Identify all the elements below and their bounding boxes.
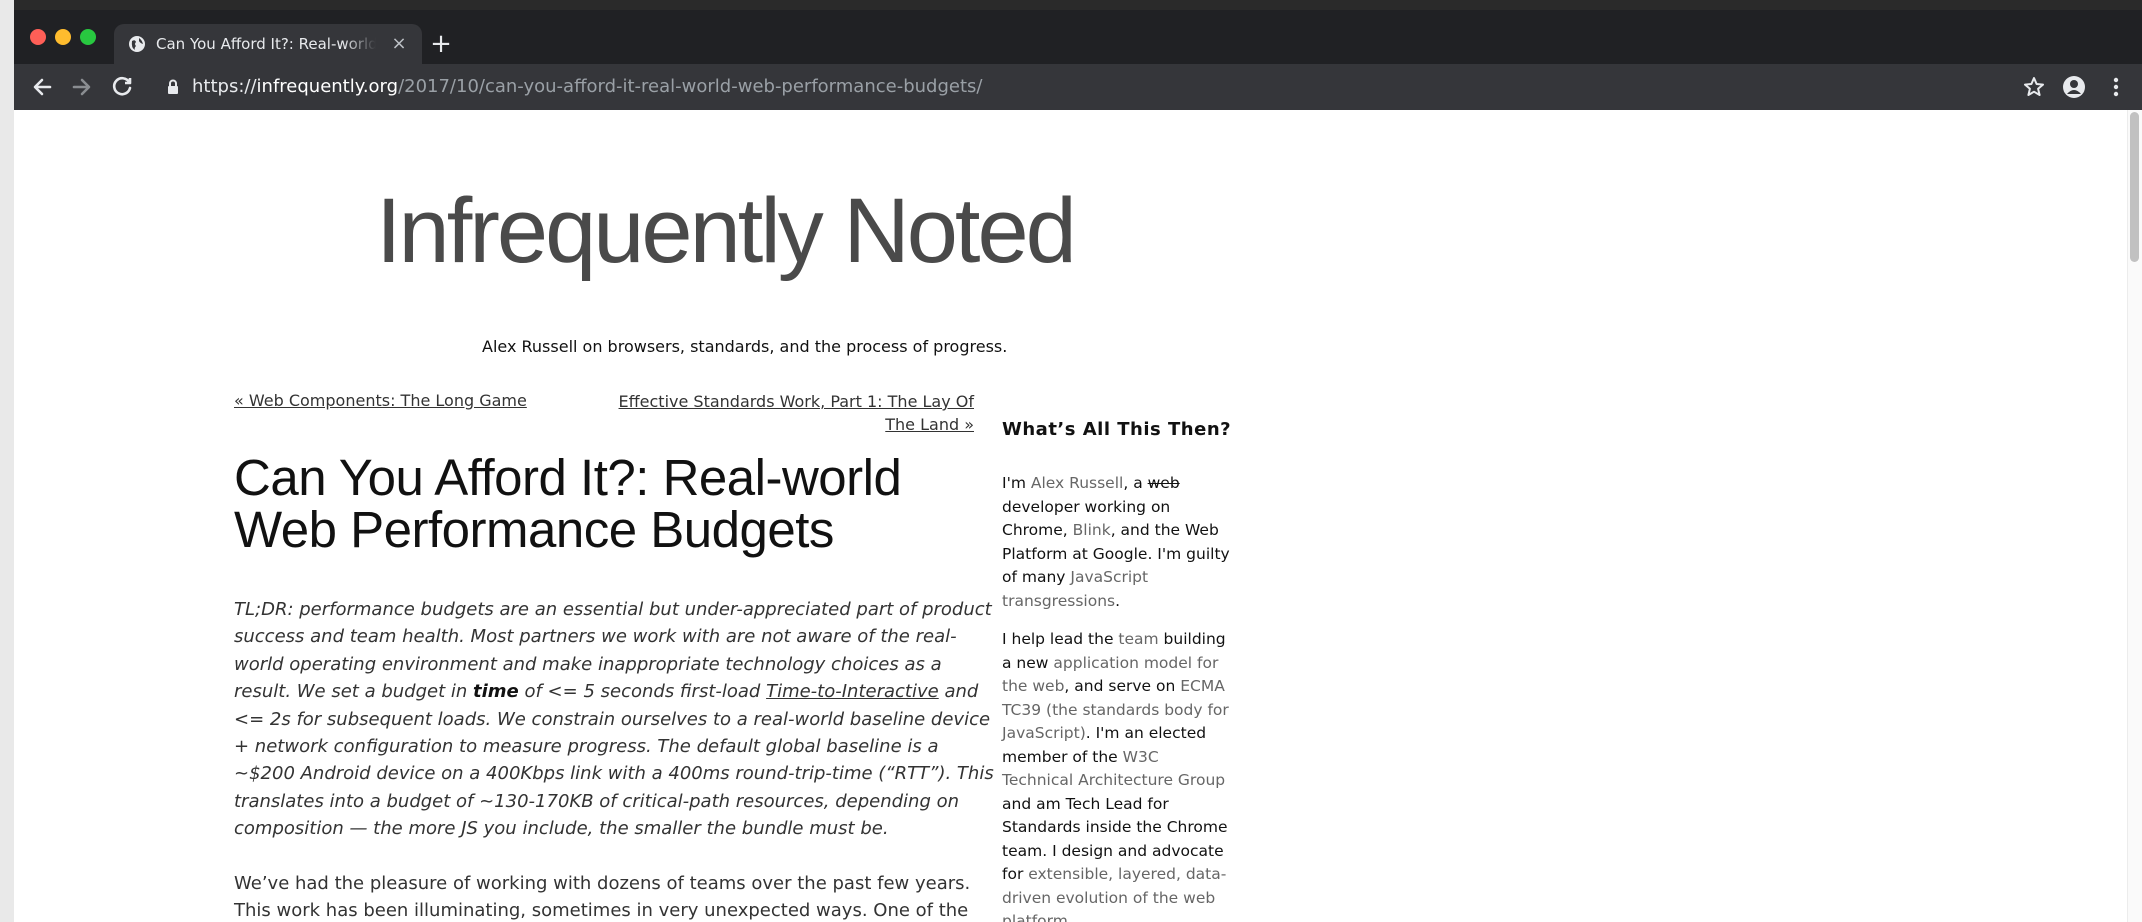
url-path: /2017/10/can-you-afford-it-real-world-we… [398,76,983,97]
forward-arrow-icon[interactable] [68,73,96,101]
post-title: Can You Afford It?: Real-world Web Perfo… [234,449,902,558]
window-top-edge [0,0,2142,10]
scrollbar-thumb[interactable] [2130,112,2139,262]
maximize-window-button[interactable] [80,29,96,45]
toolbar: https://infrequently.org/2017/10/can-you… [14,64,2142,110]
address-bar[interactable]: https://infrequently.org/2017/10/can-you… [156,71,2026,103]
bio-text: I'm [1002,474,1031,492]
url-scheme: https:// [192,76,257,97]
url-host: infrequently.org [256,76,399,97]
body-paragraph: We’ve had the pleasure of working with d… [234,873,971,922]
extensible-web-link[interactable]: extensible, layered, data-driven evoluti… [1002,865,1226,922]
team-link[interactable]: team [1118,630,1158,648]
globe-icon [128,35,146,53]
tldr-text-b: of <= 5 seconds first-load [518,681,767,703]
bio-text: , a [1123,474,1148,492]
role-text: . [1067,912,1073,922]
browser-window: Can You Afford It?: Real-world Web Perfo… [14,10,2142,922]
blink-link[interactable]: Blink [1073,521,1111,539]
kebab-menu-icon[interactable] [2102,73,2130,101]
star-icon[interactable] [2020,73,2048,101]
new-tab-button[interactable]: + [426,30,456,60]
role-text: , and serve on [1064,677,1181,695]
page-content: Infrequently Noted Alex Russell on brows… [14,110,2142,922]
site-title[interactable]: Infrequently Noted [376,176,1077,286]
lock-icon[interactable] [164,78,182,96]
tab-close-icon[interactable]: × [388,33,410,55]
tab-active[interactable]: Can You Afford It?: Real-world Web Perfo… [114,24,422,64]
sidebar-heading: What’s All This Then? [1002,419,1232,440]
tti-link[interactable]: Time-to-Interactive [766,681,939,702]
url-text[interactable]: https://infrequently.org/2017/10/can-you… [192,76,982,98]
tab-title: Can You Afford It?: Real-world Web Perfo… [156,35,376,53]
reload-icon[interactable] [108,73,136,101]
tab-strip: Can You Afford It?: Real-world Web Perfo… [14,10,2142,64]
site-tagline: Alex Russell on browsers, standards, and… [482,337,1008,356]
close-window-button[interactable] [30,29,46,45]
next-post-link[interactable]: Effective Standards Work, Part 1: The La… [604,390,974,436]
struck-word: web [1147,474,1180,492]
alex-russell-link[interactable]: Alex Russell [1031,474,1123,492]
desktop-strip [0,0,14,922]
bio-text: . [1115,591,1121,610]
vertical-scrollbar[interactable] [2127,110,2142,922]
sidebar-bio: I'm Alex Russell, a web developer workin… [1002,472,1232,613]
tldr-text-c: and <= 2s for subsequent loads. We const… [234,681,994,840]
back-arrow-icon[interactable] [28,73,56,101]
minimize-window-button[interactable] [55,29,71,45]
tldr-paragraph: TL;DR: performance budgets are an essent… [234,596,994,843]
role-text: I help lead the [1002,630,1119,648]
account-icon[interactable] [2060,73,2088,101]
tldr-bold: time [473,681,519,703]
sidebar-role: I help lead the team building a new appl… [1002,628,1232,922]
prev-post-link[interactable]: « Web Components: The Long Game [234,390,527,412]
